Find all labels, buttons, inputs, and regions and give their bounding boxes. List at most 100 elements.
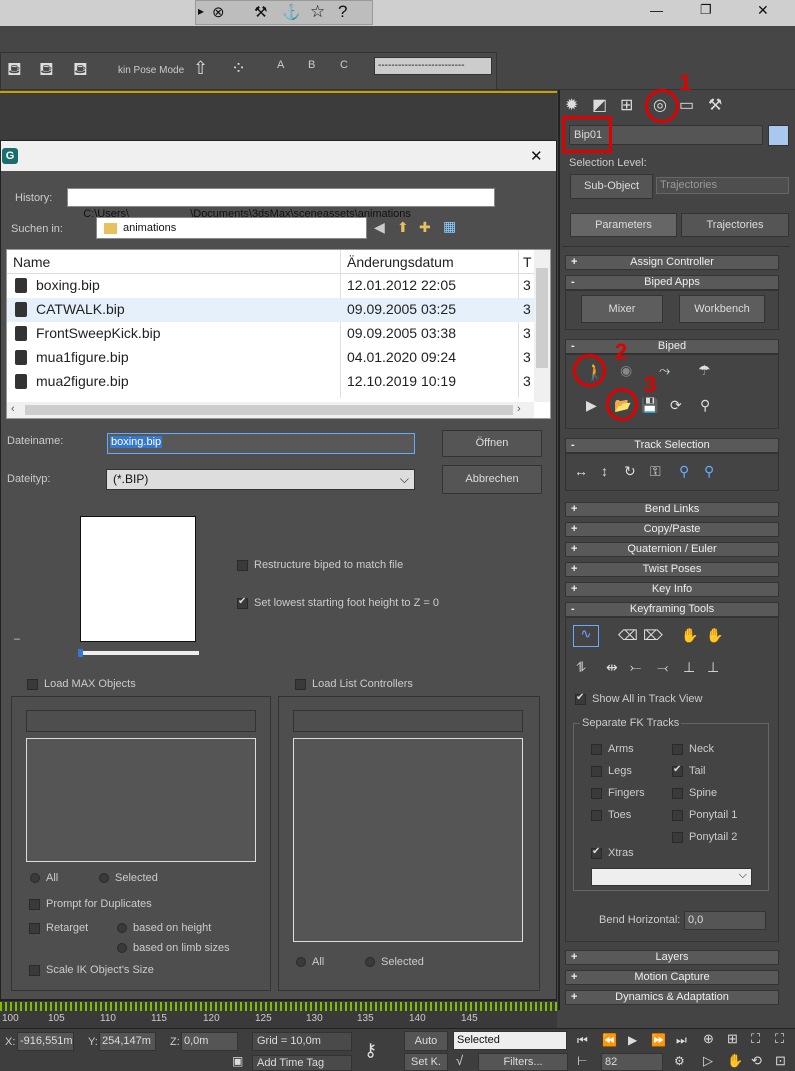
toolbar-dropdown[interactable]: -------------------------- — [374, 57, 492, 75]
utilities-tab-icon[interactable]: ⚒ — [708, 95, 722, 115]
play-icon[interactable]: ▶ — [628, 1033, 637, 1047]
rollout-dynamics-adaptation[interactable]: + Dynamics & Adaptation — [565, 990, 779, 1005]
opposite-icon[interactable]: ⚲ — [704, 463, 714, 480]
play-biped-icon[interactable]: ▶ — [586, 397, 597, 414]
dialog-close-button[interactable]: ✕ — [530, 147, 543, 165]
rollout-assign-controller[interactable]: + Assign Controller — [565, 255, 779, 270]
mixer-button[interactable]: Mixer — [581, 295, 663, 323]
scroll-thumb[interactable] — [536, 268, 548, 368]
based-on-height-dot[interactable] — [117, 923, 127, 934]
anchor2-icon[interactable]: ⤙ — [657, 659, 668, 676]
auto-key-button[interactable]: Auto — [404, 1031, 448, 1051]
frame-spinner[interactable]: 82 — [601, 1053, 663, 1071]
tab-parameters[interactable]: Parameters — [570, 213, 677, 237]
help-icon[interactable]: ? — [338, 2, 347, 22]
up-folder-icon[interactable]: ⬆ — [397, 219, 409, 236]
max-all-radio-dot[interactable] — [30, 873, 40, 884]
body-horizontal-icon[interactable]: ↔ — [574, 463, 588, 479]
fk-toes[interactable]: Toes — [591, 809, 631, 821]
fk-toes-checkbox[interactable] — [591, 809, 602, 821]
rollout-twist-poses[interactable]: + Twist Poses — [565, 562, 779, 577]
list-selected-radio[interactable]: Selected — [365, 956, 424, 968]
bend-horizontal-spinner[interactable]: 0,0 — [684, 911, 766, 930]
file-list[interactable]: Name Änderungsdatum T boxing.bip 12.01.20… — [6, 249, 551, 419]
teapot-icon[interactable]: ⛾ — [39, 59, 54, 83]
x-coordinate-field[interactable]: -916,551m — [17, 1032, 74, 1051]
lock-cog-icon[interactable]: ⚿ — [650, 463, 661, 480]
view-menu-icon[interactable]: ▦ — [443, 218, 456, 235]
teapot-icon[interactable]: ⛾ — [7, 59, 22, 83]
fk-xtras-checkbox[interactable] — [591, 846, 602, 859]
column-date[interactable]: Änderungsdatum — [347, 254, 454, 270]
open-button[interactable]: Öffnen — [442, 430, 542, 457]
column-name[interactable]: Name — [13, 254, 50, 270]
filename-input[interactable]: boxing.bip — [107, 433, 415, 454]
minimize-button[interactable]: — — [650, 3, 663, 18]
tab-trajectories[interactable]: Trajectories — [681, 213, 789, 237]
load-list-controllers[interactable]: Load List Controllers — [295, 678, 413, 690]
convert-icon[interactable]: ⟳ — [670, 397, 682, 414]
filters-button[interactable]: Filters... — [478, 1053, 568, 1071]
key-mode-icon[interactable]: ⊢ — [577, 1054, 587, 1068]
based-on-limb-dot[interactable] — [117, 943, 127, 954]
anchor-icon[interactable]: ⤚ — [630, 659, 641, 676]
hscroll-thumb[interactable] — [25, 405, 513, 415]
file-row[interactable]: CATWALK.bip 09.09.2005 03:25 3 — [7, 298, 534, 322]
file-row[interactable]: boxing.bip 12.01.2012 22:05 3 — [7, 274, 545, 298]
pan-icon[interactable]: ✋ — [727, 1053, 743, 1069]
history-dropdown[interactable]: C:\Users\ \Documents\3dsMax\sceneassets\… — [67, 188, 495, 220]
dots-icon[interactable]: ⁘ — [231, 58, 246, 79]
column-type[interactable]: T — [523, 254, 532, 270]
mirror2-icon[interactable]: ⇹ — [606, 659, 618, 676]
foot-icon[interactable]: ⊥ — [683, 659, 695, 676]
rollout-bend-links[interactable]: + Bend Links — [565, 502, 779, 517]
pose-c-label[interactable]: C — [340, 59, 348, 71]
symmetrical-icon[interactable]: ⚲ — [679, 463, 689, 480]
lowest-foot-checkbox[interactable] — [237, 596, 248, 609]
rollout-biped[interactable]: - Biped — [565, 339, 779, 354]
modify-tab-icon[interactable]: ◩ — [592, 95, 607, 115]
rollout-quaternion-euler[interactable]: + Quaternion / Euler — [565, 542, 779, 557]
fk-ponytail1-checkbox[interactable] — [672, 809, 683, 821]
rollout-biped-apps[interactable]: - Biped Apps — [565, 275, 779, 290]
y-coordinate-field[interactable]: 254,147m — [99, 1032, 156, 1051]
fk-tail[interactable]: Tail — [672, 764, 706, 777]
skin-pose-label[interactable]: kin Pose Mode — [118, 65, 184, 76]
load-list-checkbox[interactable] — [295, 678, 306, 690]
scroll-right-icon[interactable]: › — [517, 403, 521, 415]
fk-fingers-checkbox[interactable] — [591, 787, 602, 799]
max-objects-list[interactable] — [26, 738, 256, 862]
star-icon[interactable]: ☆ — [310, 2, 325, 22]
zoom-icon[interactable]: ⊕ — [703, 1031, 714, 1047]
lookin-dropdown[interactable]: animations — [96, 217, 367, 239]
binoculars-icon[interactable]: ⊗ — [212, 3, 225, 21]
wave-button[interactable]: ∿ — [573, 625, 599, 647]
create-tab-icon[interactable]: ✹ — [565, 95, 578, 115]
body-rotation-icon[interactable]: ↻ — [624, 463, 636, 480]
time-tag-icon[interactable]: ▣ — [232, 1054, 243, 1068]
file-row[interactable]: mua2figure.bip 12.10.2019 10:19 3 — [7, 370, 545, 394]
mixer-mode-icon[interactable]: ☂ — [698, 362, 711, 379]
go-end-icon[interactable]: ⏭ — [676, 1033, 687, 1048]
save-file-icon[interactable]: 💾 — [641, 397, 658, 414]
fk-ponytail2-checkbox[interactable] — [672, 831, 683, 843]
new-folder-icon[interactable]: ✚ — [419, 219, 431, 236]
prompt-duplicates-checkbox[interactable] — [29, 898, 40, 910]
xtras-dropdown[interactable]: ⌵ — [591, 868, 752, 886]
add-time-tag[interactable]: Add Time Tag — [252, 1055, 352, 1071]
list-selected-radio-dot[interactable] — [365, 957, 375, 968]
rollout-track-selection[interactable]: - Track Selection — [565, 438, 779, 453]
next-frame-icon[interactable]: ⏩ — [651, 1033, 666, 1047]
vertical-scrollbar[interactable] — [534, 250, 550, 402]
move-all-icon[interactable]: ⚲ — [700, 397, 710, 414]
hierarchy-tab-icon[interactable]: ⊞ — [620, 95, 633, 115]
eraser2-icon[interactable]: ⌦ — [643, 627, 663, 644]
show-all-checkbox[interactable] — [575, 692, 586, 705]
key-icon[interactable]: ⚷ — [364, 1040, 377, 1061]
prev-frame-icon[interactable]: ⏪ — [602, 1033, 617, 1047]
fk-neck-checkbox[interactable] — [672, 743, 683, 755]
selected-dropdown[interactable]: Selected — [453, 1031, 567, 1050]
rollout-copy-paste[interactable]: + Copy/Paste — [565, 522, 779, 537]
rollout-key-info[interactable]: + Key Info — [565, 582, 779, 597]
show-all-track-view[interactable]: Show All in Track View — [575, 692, 702, 705]
